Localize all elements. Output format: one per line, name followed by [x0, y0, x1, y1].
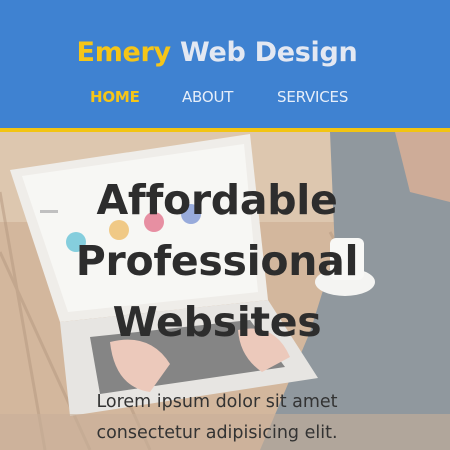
site-header: Emery Web Design HOME ABOUT SERVICES — [0, 0, 450, 128]
tagline-line-2: consectetur adipisicing elit. — [96, 423, 338, 443]
hero-tagline: Lorem ipsum dolor sit amet consectetur a… — [0, 387, 434, 449]
headline-line-3: Websites — [112, 298, 322, 346]
brand-name-accent: Emery — [76, 37, 172, 68]
main-nav: HOME ABOUT SERVICES — [0, 88, 450, 110]
nav-services[interactable]: SERVICES — [277, 88, 348, 106]
brand-logo[interactable]: Emery Web Design — [0, 37, 434, 68]
nav-home[interactable]: HOME — [90, 88, 140, 106]
headline-line-2: Professional — [75, 237, 359, 285]
headline-line-1: Affordable — [96, 176, 338, 224]
brand-name-rest: Web Design — [179, 37, 358, 68]
hero-section: Affordable Professional Websites Lorem i… — [0, 132, 450, 450]
nav-about[interactable]: ABOUT — [182, 88, 233, 106]
hero-headline: Affordable Professional Websites — [0, 170, 434, 353]
tagline-line-1: Lorem ipsum dolor sit amet — [96, 392, 338, 412]
